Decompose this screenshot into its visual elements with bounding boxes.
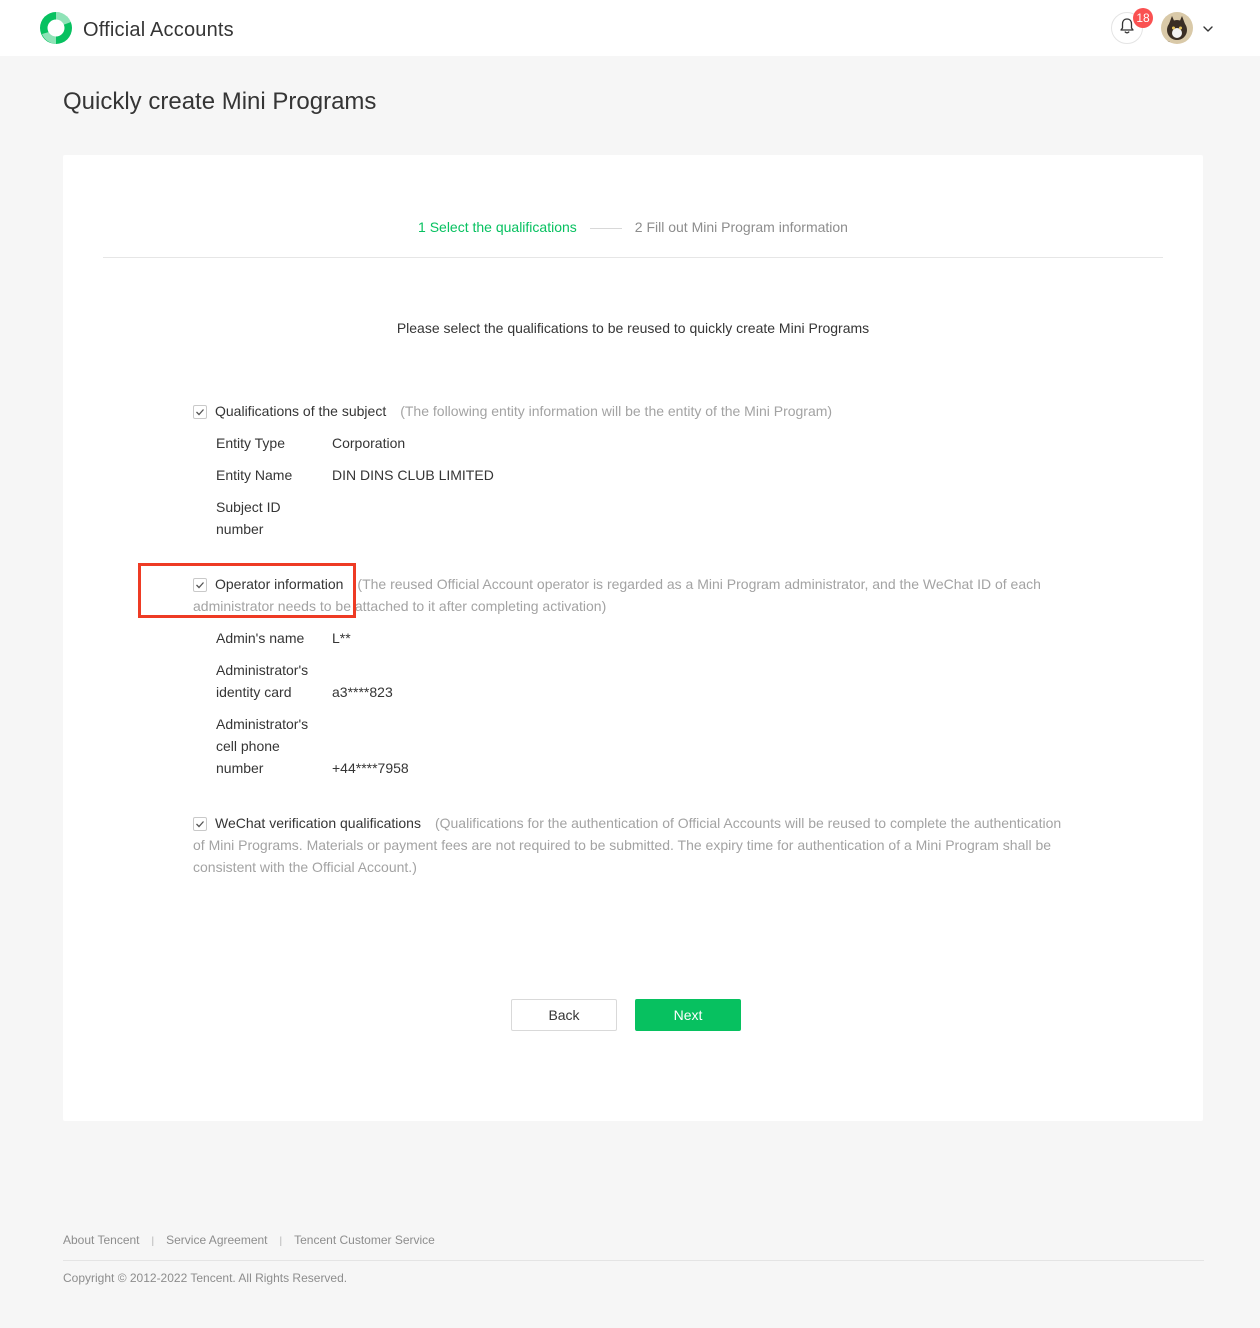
field-label: Administrator's identity card <box>216 662 309 700</box>
step-1-label: 1 Select the qualifications <box>418 219 577 235</box>
next-button[interactable]: Next <box>635 999 741 1031</box>
wechat-verification-title: WeChat verification qualifications <box>215 815 421 831</box>
wechat-verification-checkbox[interactable] <box>193 817 207 831</box>
footer-link-customer-service[interactable]: Tencent Customer Service <box>294 1233 435 1247</box>
footer-link-about[interactable]: About Tencent <box>63 1233 140 1247</box>
step-connector <box>589 227 622 229</box>
subject-qualifications-title: Qualifications of the subject <box>215 403 387 419</box>
divider <box>103 257 1163 258</box>
subject-qualifications-note: (The following entity information will b… <box>400 403 833 419</box>
field-label: Subject ID number <box>216 499 281 537</box>
step-indicator: 1 Select the qualifications 2 Fill out Mi… <box>63 218 1203 236</box>
subject-id-row: Subject ID number <box>216 496 1073 540</box>
wechat-verification-section: WeChat verification qualifications (Quali… <box>193 812 1073 878</box>
footer-links: About Tencent | Service Agreement | Tencent … <box>63 1233 435 1247</box>
chevron-down-icon[interactable] <box>1202 22 1214 40</box>
admin-id-card-row: Administrator's identity card a3****823 <box>216 659 1073 703</box>
back-button[interactable]: Back <box>511 999 617 1031</box>
field-value: a3****823 <box>332 684 393 700</box>
top-bar: Official Accounts 18 <box>0 0 1260 56</box>
notifications-button[interactable]: 18 <box>1111 8 1153 44</box>
footer-separator: | <box>279 1236 283 1247</box>
field-label: Admin's name <box>216 630 305 646</box>
admin-phone-row: Administrator's cell phone number +44***… <box>216 713 1073 779</box>
field-value: DIN DINS CLUB LIMITED <box>332 467 494 483</box>
step-2-label: 2 Fill out Mini Program information <box>634 219 848 235</box>
admin-name-row: Admin's name L** <box>216 627 1073 649</box>
field-value: L** <box>332 630 351 646</box>
copyright: Copyright © 2012-2022 Tencent. All Right… <box>63 1271 348 1285</box>
footer-separator: | <box>151 1236 155 1247</box>
instruction-text: Please select the qualifications to be r… <box>396 320 870 336</box>
field-value: Corporation <box>332 435 406 451</box>
field-label: Entity Type <box>216 435 286 451</box>
entity-name-row: Entity Name DIN DINS CLUB LIMITED <box>216 464 1073 486</box>
main-card: 1 Select the qualifications 2 Fill out Mi… <box>63 155 1203 1121</box>
app-name: Official Accounts <box>83 19 234 41</box>
wechat-official-accounts-logo <box>38 10 74 51</box>
page-title: Quickly create Mini Programs <box>63 88 377 115</box>
entity-type-row: Entity Type Corporation <box>216 432 1073 454</box>
highlight-box <box>138 563 356 618</box>
brand[interactable]: Official Accounts <box>38 10 234 51</box>
notification-count-badge: 18 <box>1133 8 1153 28</box>
checkmark-icon <box>196 821 204 828</box>
subject-qualifications-section: Qualifications of the subject (The follow… <box>193 400 1073 540</box>
footer-divider <box>63 1260 1204 1261</box>
subject-qualifications-checkbox[interactable] <box>193 405 207 419</box>
footer-link-service-agreement[interactable]: Service Agreement <box>166 1233 267 1247</box>
field-label: Administrator's cell phone number <box>216 716 309 776</box>
checkmark-icon <box>196 409 204 416</box>
avatar[interactable] <box>1161 12 1193 44</box>
field-label: Entity Name <box>216 467 293 483</box>
field-value: +44****7958 <box>332 760 409 776</box>
